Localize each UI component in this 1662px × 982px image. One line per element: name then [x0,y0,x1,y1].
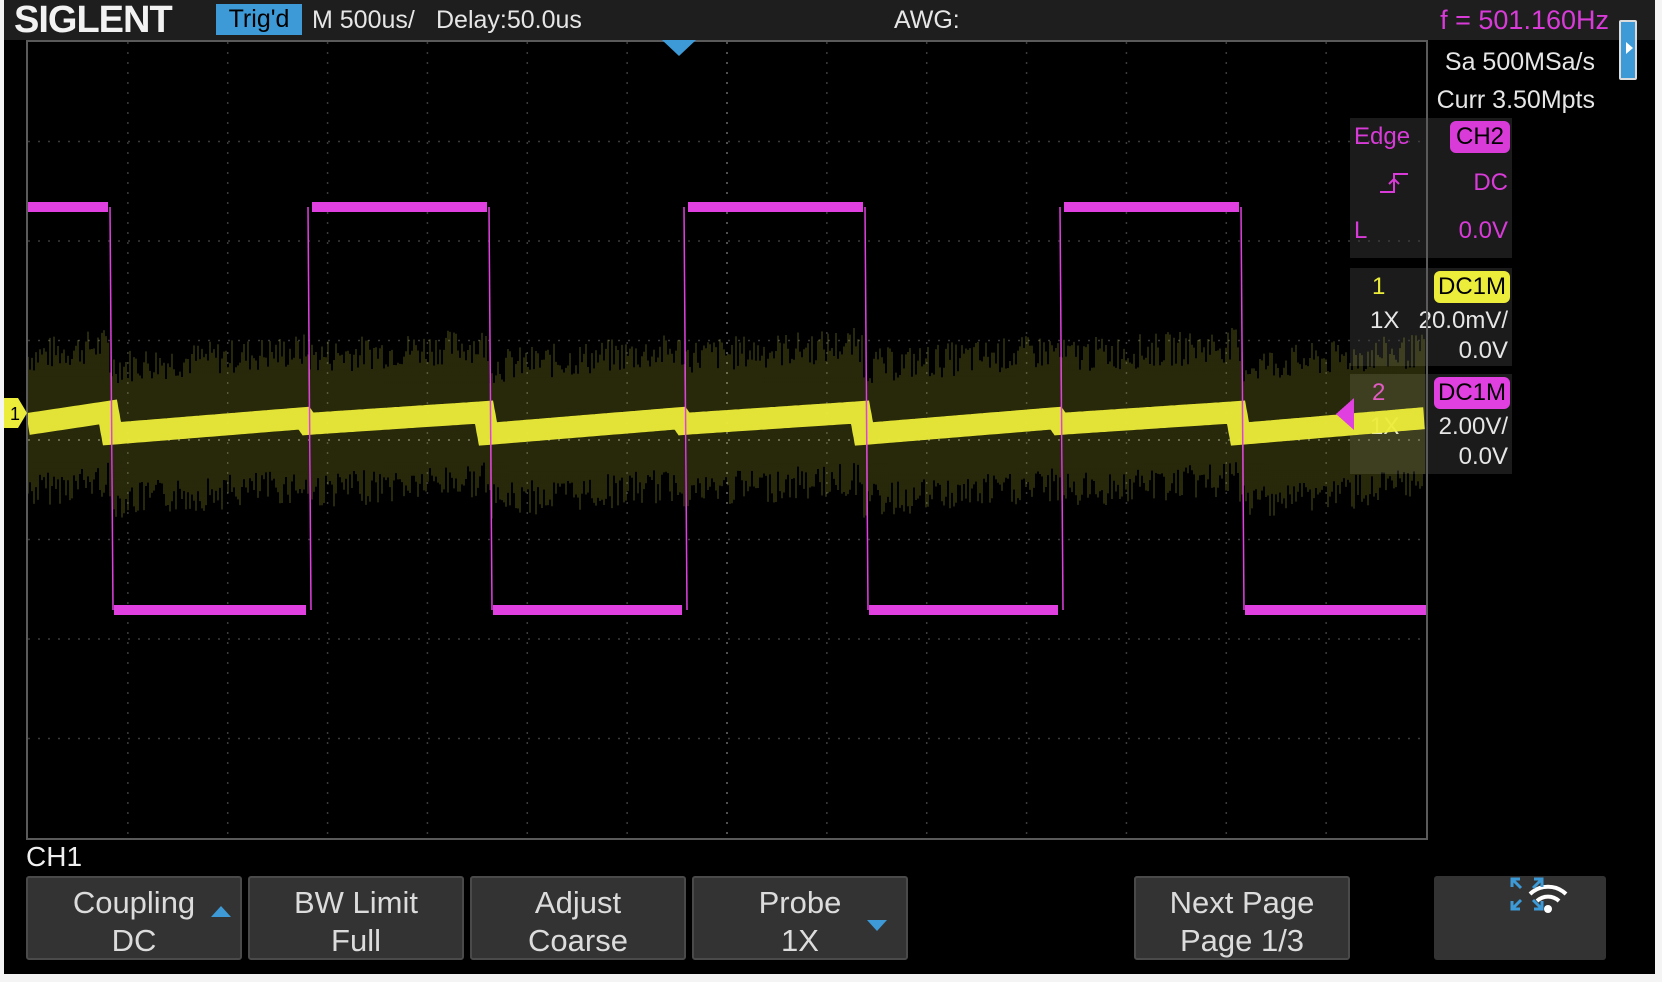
ch2-level-segment [688,202,863,212]
ch2-level-segment [869,605,1058,615]
trigger-source-badge: CH2 [1450,121,1510,153]
awg-readout: AWG: [894,6,960,34]
trigger-status-badge: Trig'd [216,4,302,35]
ch2-level-segment [114,605,306,615]
coupling-softkey[interactable]: Coupling DC [26,876,242,960]
channel-2-offset: 0.0V [1458,443,1508,470]
delay-readout[interactable]: Delay:50.0us [436,0,582,40]
coupling-softkey-title: Coupling [72,885,196,920]
bw-limit-softkey-title: BW Limit [294,885,418,920]
arrow-up-icon [211,906,231,917]
next-page-softkey-title: Next Page [1169,885,1315,920]
adjust-softkey-value: Coarse [528,923,628,958]
oscilloscope-screen: SIGLENT Trig'd M 500us/ Delay:50.0us AWG… [4,0,1655,974]
menu-channel-label: CH1 [26,841,83,872]
status-bar: SIGLENT Trig'd M 500us/ Delay:50.0us AWG… [4,0,1655,41]
ch2-level-segment [312,202,487,212]
trigger-coupling-label: DC [1473,169,1508,196]
next-page-softkey[interactable]: Next Page Page 1/3 [1134,876,1350,960]
bw-limit-softkey-value: Full [331,923,381,958]
waveform-canvas [28,42,1426,838]
adjust-softkey-title: Adjust [534,885,622,920]
next-page-softkey-value: Page 1/3 [1179,923,1305,958]
channel-1-coupling-badge: DC1M [1434,271,1510,303]
side-menu-toggle-button[interactable] [1619,20,1637,80]
sample-rate-readout: Sa 500MSa/s [1444,48,1595,76]
channel-2-coupling-badge: DC1M [1434,377,1510,409]
svg-text:1: 1 [10,404,20,424]
waveform-display[interactable] [26,40,1428,840]
channel-1-marker-icon[interactable]: 1 [4,398,28,428]
probe-softkey-title: Probe [758,885,842,920]
ch2-level-segment [1245,605,1426,615]
brand-logo: SIGLENT [14,0,173,41]
probe-softkey[interactable]: Probe 1X [692,876,908,960]
channel-1-trace [28,327,1425,519]
trigger-level-marker-icon[interactable] [1334,398,1354,430]
bw-limit-softkey[interactable]: BW Limit Full [248,876,464,960]
channel-1-offset: 0.0V [1458,337,1508,364]
memory-depth-readout: Curr 3.50Mpts [1436,86,1595,114]
timebase-readout[interactable]: M 500us/ [312,0,415,40]
channel-1-scale: 20.0mV/ [1418,307,1508,334]
coupling-softkey-value: DC [111,923,157,958]
ch2-level-segment [28,202,108,212]
ch2-level-segment [1064,202,1239,212]
channel-2-scale: 2.00V/ [1438,413,1508,440]
fullscreen-icon[interactable] [1509,876,1545,912]
frequency-counter: f = 501.160Hz [1440,5,1609,35]
trigger-level-value: 0.0V [1458,217,1508,244]
adjust-softkey[interactable]: Adjust Coarse [470,876,686,960]
arrow-down-icon [867,920,887,931]
trigger-position-marker-icon[interactable] [660,38,698,58]
ch2-level-segment [493,605,682,615]
